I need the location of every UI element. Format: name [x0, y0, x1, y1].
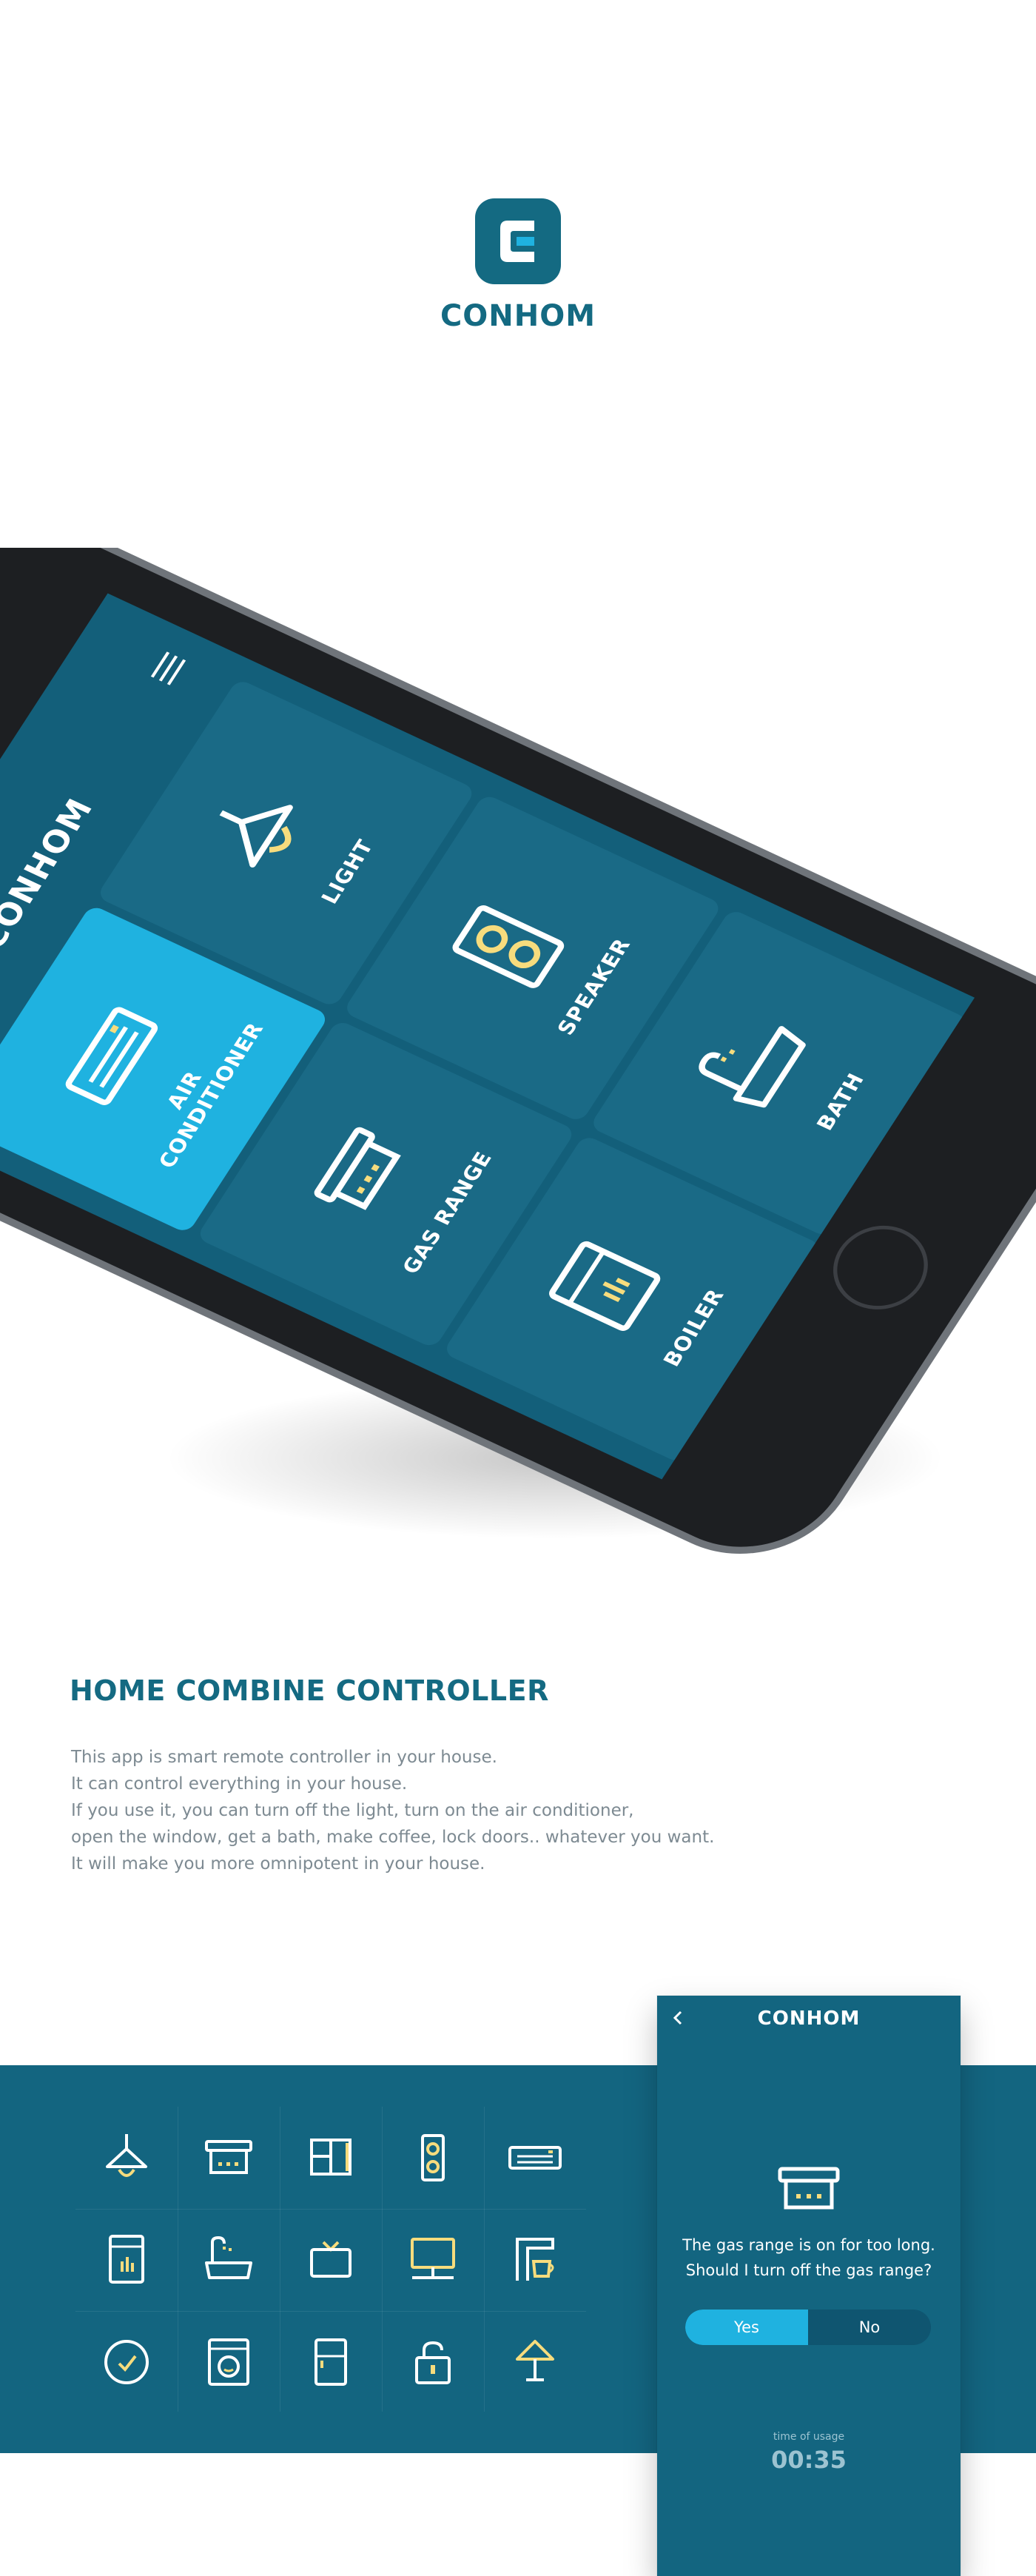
description-line: If you use it, you can turn off the ligh…	[71, 1801, 634, 1820]
clock-cell	[75, 2311, 178, 2413]
alert-message-line: Should I turn off the gas range?	[685, 2261, 932, 2279]
ceiling-lamp-cell	[75, 2107, 178, 2209]
ceiling-lamp-icon	[219, 805, 293, 868]
logo-c-icon	[500, 221, 534, 262]
gas-range-icon	[778, 2167, 840, 2210]
phone-mockup: CONHOM AIR CONDITIONER LIGHT GAS RANGE S…	[0, 548, 1036, 1584]
lock-icon	[415, 2341, 451, 2384]
section-title: HOME COMBINE CONTROLLER	[70, 1674, 549, 1707]
coffee-machine-cell	[484, 2209, 586, 2311]
clock-icon	[104, 2340, 149, 2384]
computer-cell	[382, 2209, 484, 2311]
alert-message-line: The gas range is on for too long.	[682, 2236, 935, 2254]
gas-range-cell	[178, 2107, 280, 2209]
phone-bezel: CONHOM AIR CONDITIONER LIGHT GAS RANGE S…	[0, 548, 1036, 1578]
air-conditioner-cell	[484, 2107, 586, 2209]
air-conditioner-icon	[508, 2146, 562, 2170]
usage-time: 00:35	[771, 2446, 847, 2474]
speaker-icon	[421, 2134, 445, 2181]
gas-range-alert-screen: CONHOM The gas range is on for too long.…	[657, 1996, 961, 2576]
computer-icon	[411, 2238, 455, 2279]
brand-name: CONHOM	[440, 299, 596, 333]
boiler-icon	[549, 1241, 661, 1331]
window-icon	[310, 2139, 352, 2176]
gas-range-icon	[205, 2140, 252, 2174]
tv-icon	[310, 2241, 352, 2278]
boiler-icon	[109, 2235, 144, 2284]
no-button[interactable]: No	[808, 2310, 931, 2345]
washing-machine-icon	[208, 2338, 249, 2386]
yes-no-toggle: Yes No	[685, 2310, 931, 2345]
refrigerator-icon	[314, 2338, 347, 2386]
description-line: This app is smart remote controller in y…	[71, 1748, 497, 1767]
description-line: It can control everything in your house.	[71, 1774, 408, 1794]
tv-cell	[280, 2209, 382, 2311]
alert-title: CONHOM	[757, 2008, 861, 2030]
app-screen: CONHOM AIR CONDITIONER LIGHT GAS RANGE S…	[0, 593, 975, 1480]
description-line: open the window, get a bath, make coffee…	[71, 1828, 715, 1847]
bath-icon	[699, 1026, 806, 1108]
phone-mockup-area: CONHOM AIR CONDITIONER LIGHT GAS RANGE S…	[0, 548, 1036, 1584]
alert-message: The gas range is on for too long. Should…	[657, 2233, 961, 2283]
refrigerator-cell	[280, 2311, 382, 2413]
description-line: It will make you more omnipotent in your…	[71, 1854, 485, 1874]
alert-header: CONHOM	[657, 1996, 961, 2040]
speaker-cell	[382, 2107, 484, 2209]
speaker-icon	[452, 905, 565, 988]
window-cell	[280, 2107, 382, 2209]
coffee-machine-icon	[516, 2238, 554, 2281]
washing-machine-cell	[178, 2311, 280, 2413]
table-lamp-cell	[484, 2311, 586, 2413]
bath-cell	[178, 2209, 280, 2311]
app-logo	[475, 198, 561, 284]
home-button[interactable]	[815, 1211, 946, 1324]
lock-cell	[382, 2311, 484, 2413]
gas-range-icon	[314, 1127, 401, 1210]
table-lamp-icon	[516, 2340, 554, 2381]
ceiling-lamp-icon	[106, 2134, 147, 2177]
yes-button[interactable]: Yes	[685, 2310, 808, 2345]
bath-icon	[205, 2235, 252, 2279]
boiler-cell	[75, 2209, 178, 2311]
usage-label: time of usage	[773, 2431, 845, 2443]
description: This app is smart remote controller in y…	[71, 1744, 737, 1877]
